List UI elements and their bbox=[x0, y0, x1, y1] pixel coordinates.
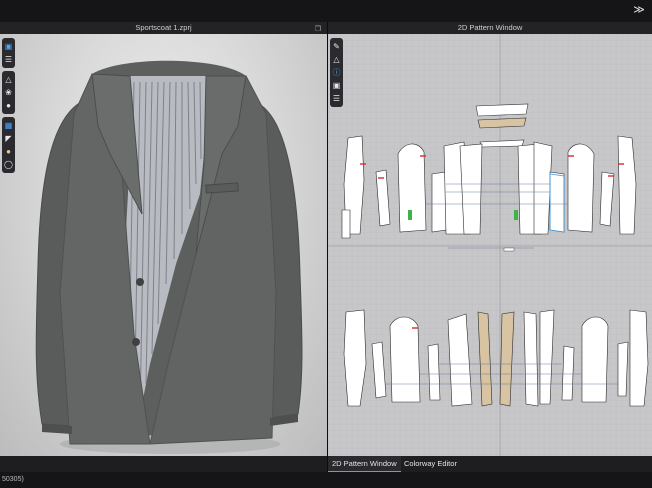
3d-garment-window: Sportscoat 1.zprj ❐ ▣ ☰ △ ❀ ● ▦ ◤ ● ◯ bbox=[0, 22, 327, 456]
double-chevron-down-icon[interactable]: ≫ bbox=[632, 3, 646, 17]
tab-colorway-editor[interactable]: Colorway Editor bbox=[400, 456, 461, 472]
pen-icon[interactable]: ✎ bbox=[330, 40, 343, 53]
3d-tool-group-1: ▣ ☰ bbox=[2, 38, 15, 68]
2d-window-title-bar: 2D Pattern Window bbox=[328, 22, 652, 34]
3d-tool-group-2: △ ❀ ● bbox=[2, 71, 15, 114]
app-window: ≫ Sportscoat 1.zprj ❐ ▣ ☰ △ ❀ ● ▦ ◤ ● ◯ … bbox=[0, 0, 652, 488]
3d-window-title-bar: Sportscoat 1.zprj ❐ bbox=[0, 22, 327, 34]
fabric-icon[interactable]: ▣ bbox=[330, 79, 343, 92]
fabric-icon[interactable]: ❀ bbox=[2, 86, 15, 99]
2d-window-title: 2D Pattern Window bbox=[457, 23, 523, 32]
button-top bbox=[136, 278, 144, 286]
tab-2d-pattern-window[interactable]: 2D Pattern Window bbox=[328, 456, 401, 472]
pattern-layout bbox=[328, 34, 652, 456]
light-icon[interactable]: ● bbox=[2, 145, 15, 158]
button-bottom bbox=[132, 338, 140, 346]
jacket-3d-render bbox=[35, 60, 303, 454]
texture-icon[interactable]: ◤ bbox=[2, 132, 15, 145]
3d-toolbar: ▣ ☰ △ ❀ ● ▦ ◤ ● ◯ bbox=[2, 38, 15, 176]
3d-tool-group-3: ▦ ◤ ● ◯ bbox=[2, 117, 15, 173]
bottom-tab-bar: 2D Pattern Window Colorway Editor bbox=[328, 456, 652, 472]
status-text: 50305) bbox=[2, 476, 24, 483]
globe-icon[interactable]: ◯ bbox=[2, 158, 15, 171]
avatar-icon[interactable]: ● bbox=[2, 99, 15, 112]
status-bar: 50305) bbox=[0, 472, 652, 488]
3d-window-title: Sportscoat 1.zprj bbox=[135, 23, 192, 32]
cube-icon[interactable]: ▣ bbox=[2, 40, 15, 53]
shirt-icon[interactable]: △ bbox=[330, 53, 343, 66]
2d-tool-group: ✎ △ ⓘ ▣ ☰ bbox=[330, 38, 343, 107]
file-icon[interactable]: ▦ bbox=[2, 119, 15, 132]
2d-pattern-viewport[interactable] bbox=[328, 34, 652, 456]
layers-icon[interactable]: ☰ bbox=[330, 92, 343, 105]
layers-icon[interactable]: ☰ bbox=[2, 53, 15, 66]
3d-bottom-bar bbox=[0, 456, 327, 472]
3d-viewport[interactable] bbox=[0, 34, 327, 456]
top-bar: ≫ bbox=[0, 0, 652, 22]
2d-pattern-window: 2D Pattern Window ✎ △ ⓘ ▣ ☰ bbox=[328, 22, 652, 456]
info-icon[interactable]: ⓘ bbox=[330, 66, 343, 79]
2d-toolbar: ✎ △ ⓘ ▣ ☰ bbox=[330, 38, 343, 110]
shirt-icon[interactable]: △ bbox=[2, 73, 15, 86]
